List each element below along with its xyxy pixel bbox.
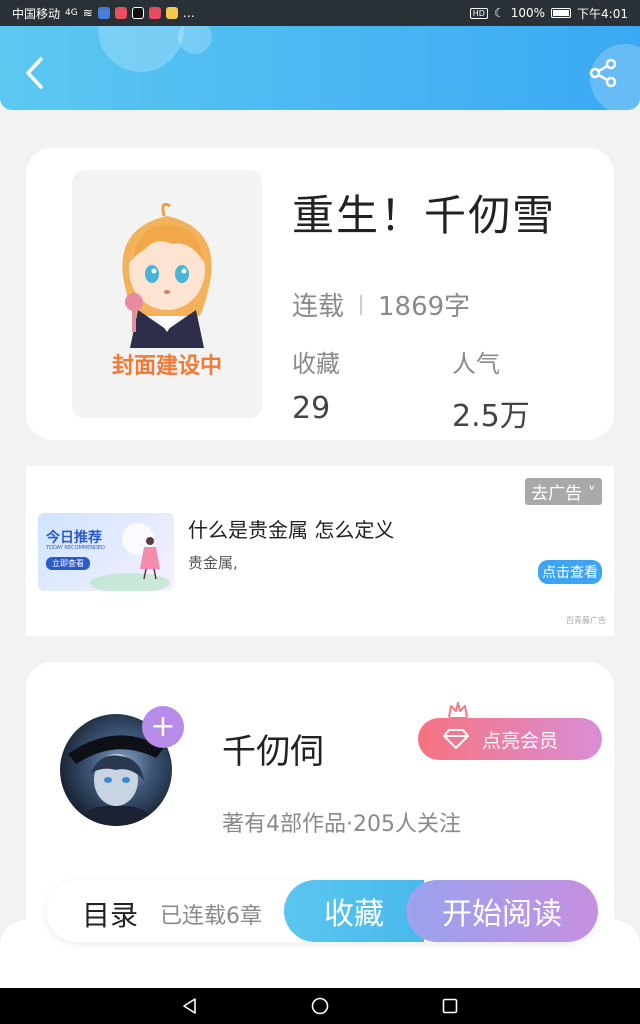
carrier-label: 中国移动 — [12, 6, 61, 21]
app-notification-icon — [97, 7, 110, 19]
ad-banner[interactable]: 去广告 ˅ 今日推荐 TODAY RECOMMENDED 立即查看 什么是贵金属… — [26, 466, 614, 636]
battery-percent: 100% — [510, 6, 546, 20]
plus-icon: + — [150, 709, 176, 744]
favorites-value: 29 — [292, 391, 331, 426]
add-to-favorites-button[interactable]: 收藏 — [284, 880, 424, 942]
book-meta: 连载 1869字 — [292, 286, 470, 323]
wifi-icon: ≋ — [82, 6, 93, 20]
app-notification-icon — [148, 7, 161, 19]
word-count: 1869字 — [378, 292, 471, 322]
bottom-action-bar: 目录 已连载6章 收藏 开始阅读 — [46, 880, 598, 942]
ad-cta-button[interactable]: 点击查看 — [538, 560, 602, 584]
ad-title: 什么是贵金属 怎么定义 — [188, 518, 395, 542]
system-navigation-bar — [0, 988, 640, 1024]
popularity-value: 2.5万 — [452, 399, 530, 434]
share-icon[interactable] — [588, 58, 618, 88]
favorites-stat: 收藏 29 — [292, 344, 340, 426]
battery-icon — [551, 8, 572, 18]
app-notification-icon — [131, 7, 144, 19]
status-bar: 中国移动 4G ≋ … HD ☾ 100% 下午4:01 — [0, 0, 640, 26]
divider — [360, 294, 363, 315]
book-cover[interactable]: 封面建设中 — [72, 170, 262, 418]
moon-icon: ☾ — [493, 6, 505, 20]
favorites-label: 收藏 — [292, 350, 340, 378]
vip-membership-button[interactable]: 点亮会员 — [418, 718, 602, 760]
ad-source-label: 百青藤广告 — [566, 616, 606, 625]
remove-ad-label: 去广告 — [531, 484, 583, 504]
popularity-label: 人气 — [452, 350, 500, 378]
nav-home-icon[interactable] — [310, 996, 330, 1016]
decorative-bubble — [178, 26, 212, 54]
remove-ad-button[interactable]: 去广告 ˅ — [525, 478, 602, 505]
start-reading-button[interactable]: 开始阅读 — [406, 880, 598, 942]
app-notification-icon — [114, 7, 127, 19]
follow-author-button[interactable]: + — [142, 706, 184, 748]
diamond-icon — [443, 729, 469, 749]
anime-girl-illustration — [122, 202, 212, 348]
decorative-bubble — [98, 26, 184, 72]
back-button[interactable] — [20, 56, 50, 90]
table-of-contents-button[interactable]: 目录 — [82, 894, 138, 934]
serial-status: 连载 — [292, 292, 345, 322]
vip-label: 点亮会员 — [482, 729, 559, 752]
book-info-card: 封面建设中 重生！千仞雪 连载 1869字 收藏 29 人气 2.5万 — [26, 148, 614, 440]
clock: 下午4:01 — [577, 6, 628, 21]
ad-image[interactable]: 今日推荐 TODAY RECOMMENDED 立即查看 — [38, 513, 174, 591]
crown-icon — [448, 702, 468, 719]
book-title: 重生！千仞雪 — [292, 191, 557, 240]
nav-back-icon[interactable] — [180, 996, 200, 1016]
chevron-left-icon — [26, 57, 43, 89]
more-notifications-icon: … — [182, 6, 195, 20]
nav-recents-icon[interactable] — [440, 996, 460, 1016]
ad-description: 贵金属, — [188, 554, 238, 572]
signal-icon: 4G — [65, 8, 78, 18]
hd-icon: HD — [469, 7, 488, 19]
chapter-count[interactable]: 已连载6章 — [160, 898, 262, 930]
ad-illustration — [90, 523, 170, 591]
author-stats: 著有4部作品·205人关注 — [222, 812, 461, 837]
header-bar — [0, 26, 640, 110]
cover-caption: 封面建设中 — [111, 354, 222, 379]
app-notification-icon — [165, 7, 178, 19]
author-name: 千仞伺 — [222, 732, 324, 772]
popularity-stat: 人气 2.5万 — [452, 344, 530, 435]
